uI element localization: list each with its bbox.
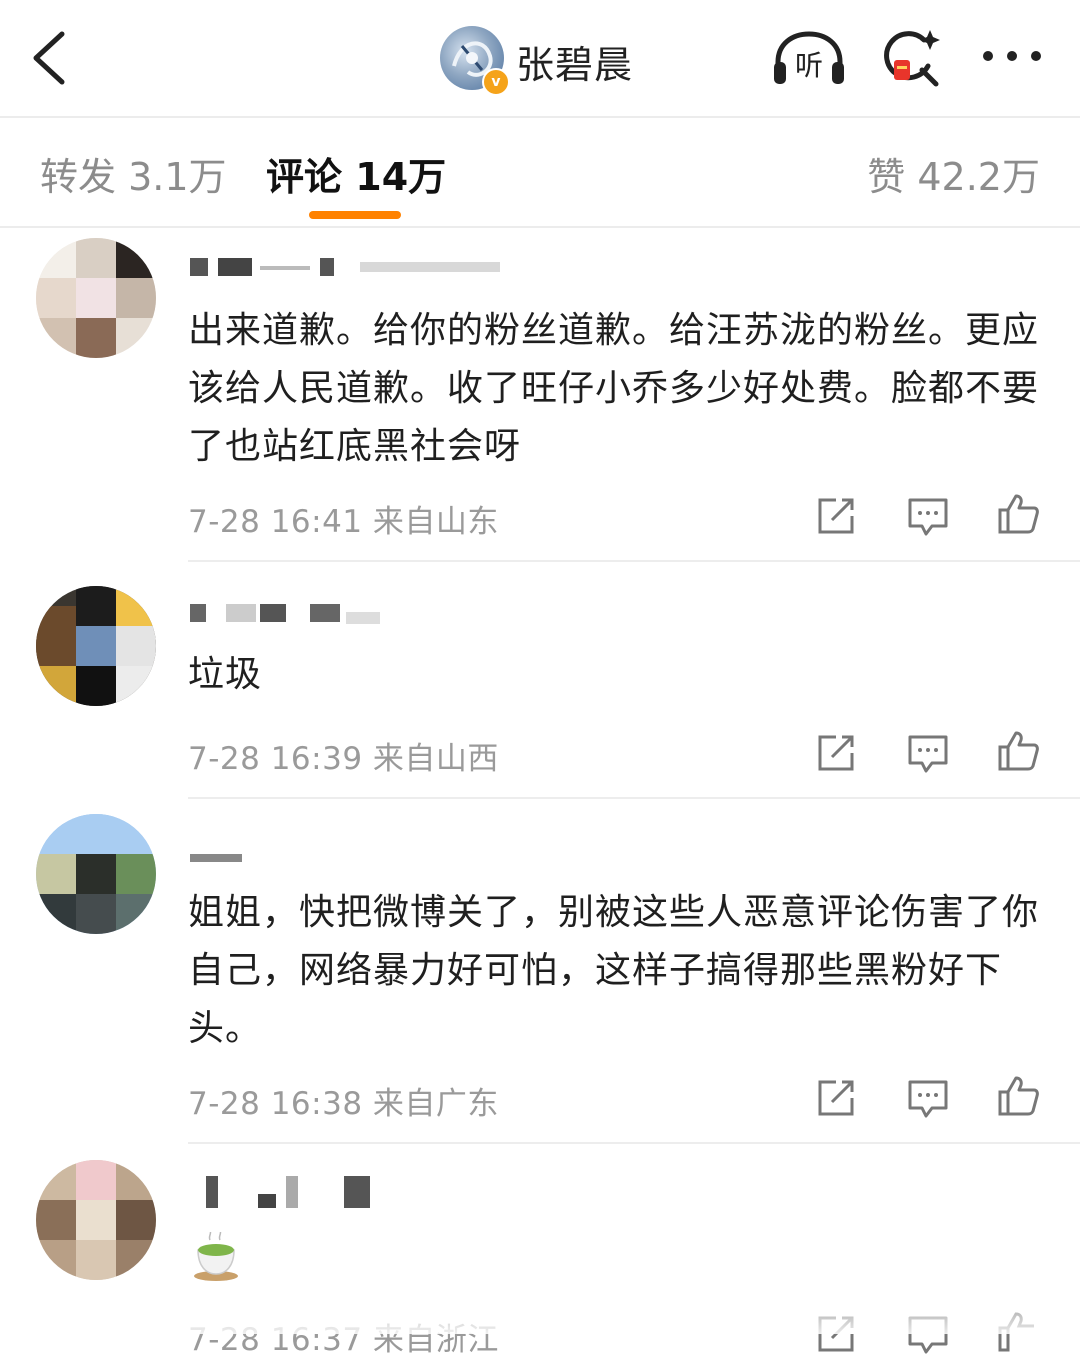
tab-comment-label: 评论 [266, 155, 343, 199]
active-tab-indicator [309, 211, 401, 219]
comment-text: 姐姐，快把微博关了，别被这些人恶意评论伤害了你自己，网络暴力好可怕，这样子搞得那… [188, 892, 1040, 1049]
username-blurred[interactable] [190, 848, 250, 870]
listen-headphones-icon[interactable]: 听 [770, 28, 848, 88]
more-options-icon[interactable] [980, 46, 1044, 66]
page-title: 张碧晨 [516, 43, 634, 87]
bottom-fade [0, 1280, 1080, 1334]
tab-like-count: 42.2万 [917, 155, 1040, 199]
tab-comment-count: 14万 [355, 155, 447, 199]
tab-like[interactable]: 赞 42.2万 [867, 146, 1040, 201]
like-thumb-icon[interactable] [996, 1074, 1040, 1118]
avatar[interactable] [36, 586, 156, 706]
tab-divider [0, 226, 1080, 228]
tab-repost-count: 3.1万 [128, 155, 227, 199]
back-arrow-icon[interactable] [28, 30, 74, 86]
tab-repost-label: 转发 [40, 155, 117, 199]
share-icon[interactable] [814, 1076, 858, 1120]
comment-meta: 7-28 16:39 来自山西 [188, 733, 499, 778]
search-icon[interactable] [880, 26, 944, 90]
verified-badge-icon: v [482, 68, 510, 96]
like-thumb-icon[interactable] [996, 492, 1040, 536]
comment-location: 来自广东 [372, 1086, 499, 1122]
tea-emoji-icon [194, 1232, 238, 1281]
comment-time: 7-28 16:39 [188, 741, 363, 777]
avatar[interactable] [36, 238, 156, 358]
comment-text: 出来道歉。给你的粉丝道歉。给汪苏泷的粉丝。更应该给人民道歉。收了旺仔小乔多少好处… [188, 310, 1040, 467]
comment-location: 来自山东 [372, 504, 499, 540]
username-blurred[interactable] [190, 1176, 390, 1210]
comment-time: 7-28 16:41 [188, 504, 363, 540]
reply-comment-icon[interactable] [906, 1076, 950, 1120]
top-nav-bar: v 张碧晨 听 [0, 0, 1080, 116]
like-thumb-icon[interactable] [996, 729, 1040, 773]
share-icon[interactable] [814, 731, 858, 775]
listen-label: 听 [795, 49, 823, 82]
reply-comment-icon[interactable] [906, 731, 950, 775]
tab-like-label: 赞 [867, 155, 906, 199]
comment-meta: 7-28 16:41 来自山东 [188, 496, 499, 541]
comment-text: 垃圾 [188, 654, 263, 695]
username-blurred[interactable] [190, 604, 390, 626]
tab-repost[interactable]: 转发 3.1万 [40, 146, 227, 201]
comment-divider [188, 1142, 1080, 1144]
comment-divider [188, 797, 1080, 799]
comment-meta: 7-28 16:38 来自广东 [188, 1078, 499, 1123]
comment-divider [188, 560, 1080, 562]
username-blurred[interactable] [190, 258, 510, 280]
tab-comment[interactable]: 评论 14万 [266, 146, 446, 201]
comment-location: 来自山西 [372, 741, 499, 777]
reply-comment-icon[interactable] [906, 494, 950, 538]
comment-time: 7-28 16:38 [188, 1086, 363, 1122]
avatar[interactable] [36, 1160, 156, 1280]
share-icon[interactable] [814, 494, 858, 538]
avatar[interactable] [36, 814, 156, 934]
